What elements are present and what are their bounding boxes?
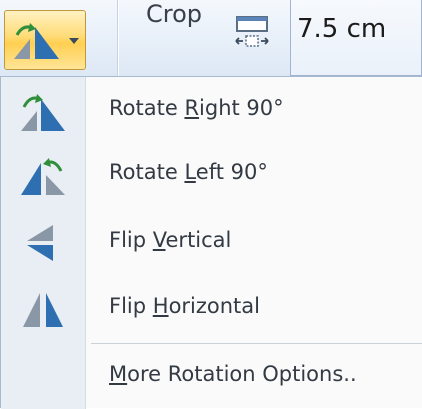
flip-horizontal-icon <box>23 293 63 327</box>
rotate-left-icon <box>21 158 65 195</box>
menu-item-flip-vertical[interactable]: Flip Vertical <box>1 211 422 275</box>
menu-item-label: More Rotation Options.. <box>109 362 357 386</box>
menu-separator <box>91 343 422 344</box>
rotate-right-icon <box>14 23 59 59</box>
ribbon-strip: Crop 7.5 cm <box>0 0 422 76</box>
menu-item-label: Rotate Right 90° <box>109 96 284 120</box>
menu-item-label: Flip Horizontal <box>109 294 260 318</box>
menu-item-flip-horizontal[interactable]: Flip Horizontal <box>1 277 422 341</box>
crop-label: Crop <box>146 0 203 28</box>
flip-vertical-icon <box>27 225 53 261</box>
menu-item-label: Flip Vertical <box>109 228 232 252</box>
menu-item-rotate-right[interactable]: Rotate Right 90° <box>1 79 422 143</box>
crop-width-input[interactable]: 7.5 cm <box>290 0 422 76</box>
menu-item-label: Rotate Left 90° <box>109 160 268 184</box>
menu-item-more-rotation-options[interactable]: More Rotation Options.. <box>1 345 422 409</box>
crop-size-icon <box>235 16 269 47</box>
chevron-down-icon <box>69 38 79 44</box>
rotate-dropdown-button[interactable] <box>4 10 86 70</box>
ribbon-divider <box>117 0 119 76</box>
menu-item-rotate-left[interactable]: Rotate Left 90° <box>1 143 422 207</box>
rotate-right-icon <box>21 94 65 131</box>
crop-width-value: 7.5 cm <box>297 14 387 44</box>
rotate-menu: Rotate Right 90° Rotate Left 90° Flip Ve… <box>0 76 422 409</box>
